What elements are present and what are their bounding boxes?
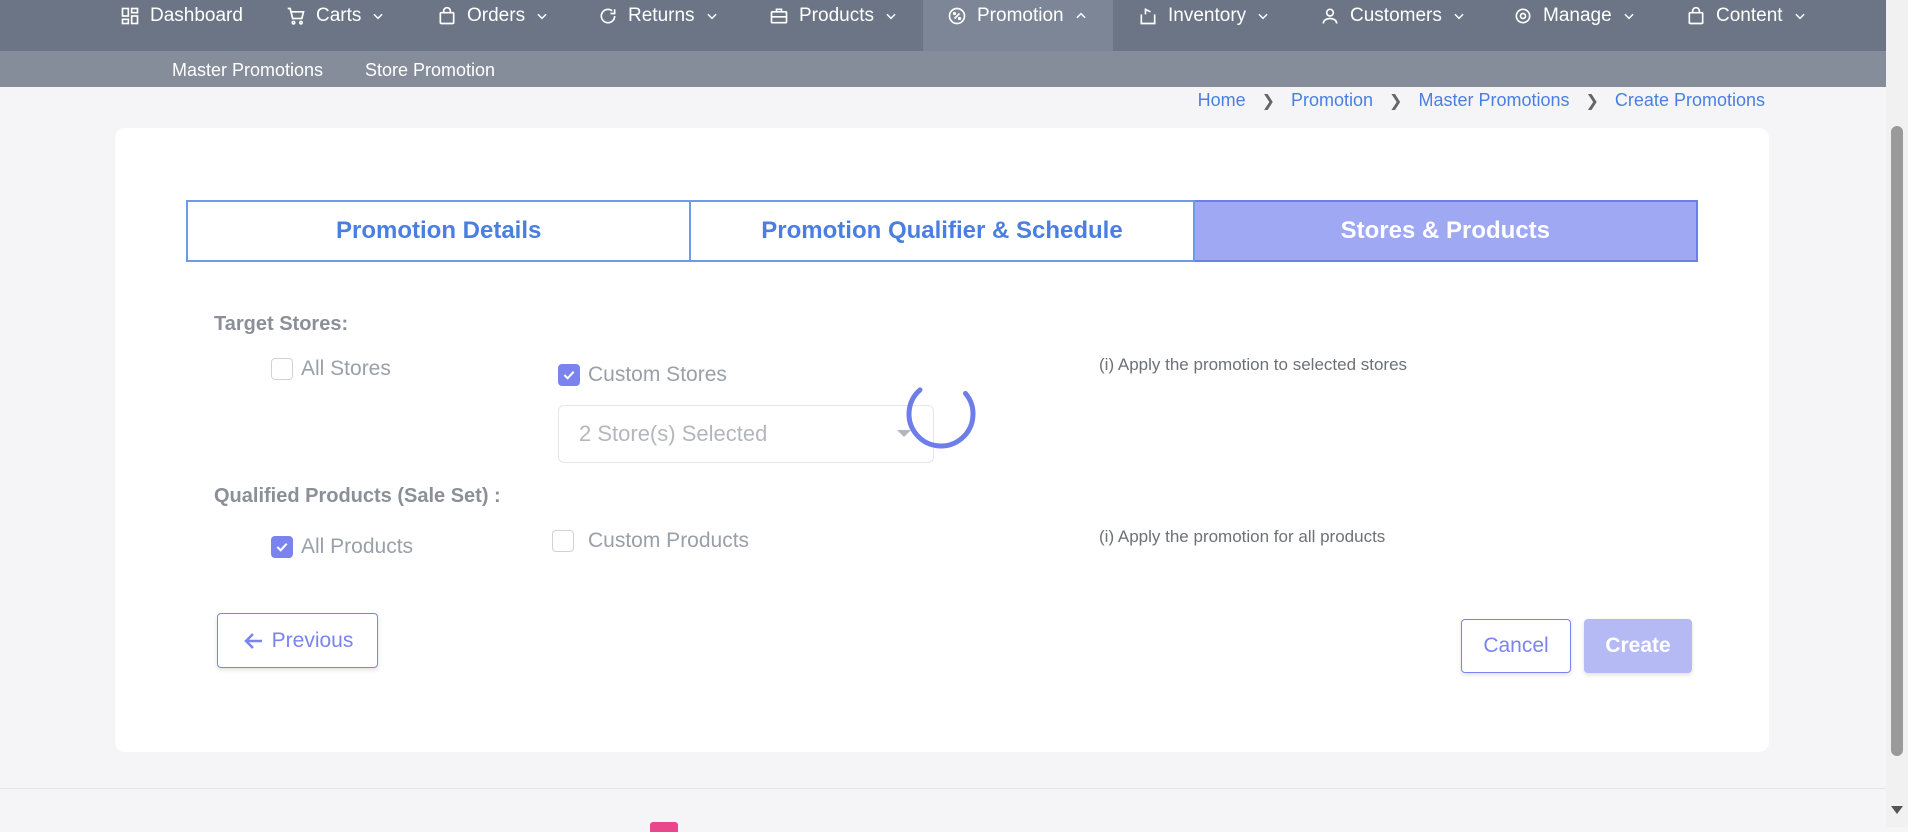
tab-stores-products[interactable]: Stores & Products [1194, 200, 1698, 262]
chevron-down-icon [1454, 13, 1464, 19]
arrow-left-icon [243, 632, 262, 649]
all-stores-option[interactable]: All Stores [271, 357, 391, 381]
breadcrumb-create-promotions[interactable]: Create Promotions [1615, 90, 1765, 111]
nav-label: Products [799, 4, 874, 26]
nav-label: Content [1716, 4, 1783, 26]
nav-label: Carts [316, 4, 362, 26]
check-icon [563, 370, 575, 380]
nav-item-content[interactable]: Content [1686, 0, 1807, 31]
promotion-icon [948, 7, 966, 24]
target-stores-hint: (i) Apply the promotion to selected stor… [1099, 355, 1408, 374]
nav-item-orders[interactable]: Orders [437, 0, 549, 31]
store-select-dropdown[interactable]: 2 Store(s) Selected [558, 405, 934, 463]
tab-promotion-qualifier-schedule[interactable]: Promotion Qualifier & Schedule [691, 200, 1195, 262]
nav-label: Returns [628, 4, 695, 26]
subnav-master-promotions[interactable]: Master Promotions [172, 60, 323, 81]
nav-item-customers[interactable]: Customers [1320, 0, 1466, 31]
create-button[interactable]: Create [1584, 619, 1692, 673]
custom-products-option[interactable]: Custom Products [552, 529, 749, 553]
nav-item-dashboard[interactable]: Dashboard [120, 0, 243, 31]
all-products-checkbox[interactable] [271, 536, 293, 558]
chevron-down-icon [537, 13, 547, 19]
store-select-value: 2 Store(s) Selected [579, 421, 768, 446]
footer-logo [650, 822, 678, 832]
chevron-right-icon: ❯ [1389, 92, 1403, 110]
custom-stores-label: Custom Stores [588, 363, 727, 386]
tab-promotion-details[interactable]: Promotion Details [186, 200, 692, 262]
chevron-up-icon [1076, 12, 1086, 18]
user-icon [1322, 8, 1338, 24]
page-scrollbar[interactable] [1886, 0, 1908, 827]
cart-icon [287, 7, 305, 25]
nav-label: Manage [1543, 4, 1612, 26]
top-navbar: Dashboard Carts Orders Returns Products … [0, 0, 1886, 51]
subnav-store-promotion[interactable]: Store Promotion [365, 60, 495, 81]
nav-item-carts[interactable]: Carts [286, 0, 385, 31]
nav-label: Promotion [977, 4, 1064, 26]
gear-icon [1515, 8, 1531, 23]
chevron-right-icon: ❯ [1261, 92, 1275, 110]
step-tabs: Promotion Details Promotion Qualifier & … [186, 200, 1698, 262]
all-stores-checkbox[interactable] [271, 358, 293, 380]
nav-item-returns[interactable]: Returns [598, 0, 719, 31]
nav-item-manage[interactable]: Manage [1513, 0, 1636, 31]
cancel-button[interactable]: Cancel [1461, 619, 1571, 673]
previous-button[interactable]: Previous [217, 613, 378, 668]
refresh-icon [600, 8, 616, 24]
chevron-down-icon [1794, 13, 1805, 19]
chevron-down-icon [373, 13, 384, 19]
breadcrumb-home[interactable]: Home [1198, 90, 1246, 111]
qualified-products-label: Qualified Products (Sale Set) : [214, 485, 501, 507]
briefcase-icon [770, 8, 788, 23]
nav-item-inventory[interactable]: Inventory [1138, 0, 1270, 31]
all-stores-label: All Stores [301, 357, 391, 380]
breadcrumb-master-promotions[interactable]: Master Promotions [1418, 90, 1569, 111]
all-products-option[interactable]: All Products [271, 535, 413, 559]
breadcrumb-promotion[interactable]: Promotion [1291, 90, 1373, 111]
custom-products-label: Custom Products [588, 529, 750, 552]
qualified-products-hint: (i) Apply the promotion for all products [1099, 527, 1386, 546]
nav-label: Inventory [1168, 4, 1247, 26]
breadcrumb: Home ❯ Promotion ❯ Master Promotions ❯ C… [1198, 90, 1765, 111]
check-icon [276, 542, 288, 552]
bag-icon [1688, 6, 1704, 24]
sub-navbar: Master Promotions Store Promotion [0, 51, 1886, 87]
dashboard-icon [121, 7, 139, 24]
nav-item-promotion[interactable]: Promotion [923, 0, 1113, 51]
inventory-icon [1140, 7, 1156, 24]
footer-divider [0, 788, 1886, 789]
custom-stores-checkbox[interactable] [558, 364, 580, 386]
chevron-down-icon [1258, 13, 1268, 19]
scrollbar-thumb[interactable] [1891, 126, 1903, 756]
chevron-down-icon [1624, 13, 1634, 19]
loading-spinner-icon [906, 379, 976, 449]
nav-item-products[interactable]: Products [769, 0, 898, 31]
bag-icon [439, 6, 455, 24]
chevron-right-icon: ❯ [1585, 92, 1599, 110]
scroll-down-arrow-icon[interactable] [1891, 806, 1903, 814]
previous-button-label: Previous [271, 628, 354, 652]
custom-stores-option[interactable]: Custom Stores [558, 363, 727, 387]
nav-label: Customers [1350, 4, 1442, 26]
nav-label: Dashboard [150, 4, 243, 26]
chevron-down-icon [886, 13, 896, 19]
all-products-label: All Products [301, 535, 414, 558]
target-stores-label: Target Stores: [214, 313, 349, 335]
nav-label: Orders [467, 4, 526, 26]
custom-products-checkbox[interactable] [552, 530, 574, 552]
chevron-down-icon [706, 13, 717, 19]
